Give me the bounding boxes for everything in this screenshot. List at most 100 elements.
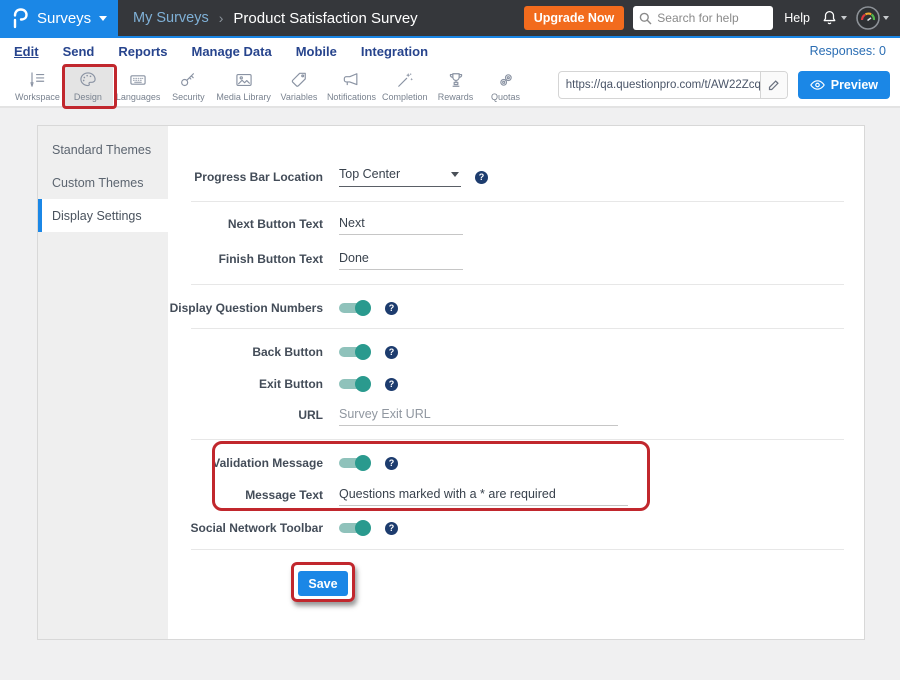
back-button-toggle[interactable] bbox=[339, 344, 371, 360]
security-icon bbox=[178, 69, 198, 91]
toolbar-item-quotas[interactable]: Quotas bbox=[481, 64, 531, 106]
edit-url-button[interactable] bbox=[760, 72, 787, 98]
progress-bar-location-row: Progress Bar Location Top Center bbox=[168, 162, 864, 192]
design-sidebar: Standard Themes Custom Themes Display Se… bbox=[38, 126, 168, 639]
display-settings-form: Progress Bar Location Top Center Next Bu… bbox=[168, 126, 864, 639]
help-icon[interactable] bbox=[385, 302, 398, 315]
nav-tab-mobile[interactable]: Mobile bbox=[296, 44, 337, 59]
finish-button-text-row: Finish Button Text bbox=[168, 244, 864, 274]
edit-toolbar: Workspace Design Languages Security Medi… bbox=[0, 64, 900, 108]
languages-icon bbox=[128, 69, 148, 91]
exit-button-toggle[interactable] bbox=[339, 376, 371, 392]
preview-button[interactable]: Preview bbox=[798, 71, 890, 99]
survey-nav: Edit Send Reports Manage Data Mobile Int… bbox=[0, 38, 900, 64]
breadcrumb-my-surveys[interactable]: My Surveys bbox=[133, 10, 209, 26]
account-menu[interactable] bbox=[856, 6, 889, 30]
megaphone-icon bbox=[341, 69, 361, 91]
avatar bbox=[856, 6, 880, 30]
pencil-icon bbox=[768, 79, 780, 91]
brand-surveys-menu[interactable]: Surveys bbox=[0, 0, 118, 36]
back-button-label: Back Button bbox=[168, 345, 323, 359]
toolbar-item-media-library[interactable]: Media Library bbox=[213, 64, 274, 106]
responses-count[interactable]: Responses: 0 bbox=[810, 44, 886, 58]
nav-tab-send[interactable]: Send bbox=[63, 44, 95, 59]
validation-message-toggle[interactable] bbox=[339, 455, 371, 471]
exit-url-input[interactable] bbox=[339, 405, 618, 426]
toolbar-right: https://qa.questionpro.com/t/AW22Zcq2J P… bbox=[558, 64, 900, 106]
chevron-down-icon bbox=[883, 16, 889, 20]
help-icon[interactable] bbox=[385, 378, 398, 391]
surveys-menu-label: Surveys bbox=[37, 10, 91, 27]
nav-tab-reports[interactable]: Reports bbox=[118, 44, 167, 59]
progress-bar-location-label: Progress Bar Location bbox=[168, 170, 323, 184]
magic-wand-icon bbox=[395, 69, 415, 91]
search-input[interactable] bbox=[657, 11, 767, 25]
nav-tab-integration[interactable]: Integration bbox=[361, 44, 428, 59]
bell-icon bbox=[821, 9, 838, 27]
sidebar-item-standard-themes[interactable]: Standard Themes bbox=[38, 133, 168, 166]
divider bbox=[191, 439, 844, 440]
top-header: Surveys My Surveys › Product Satisfactio… bbox=[0, 0, 900, 36]
toolbar-item-languages[interactable]: Languages bbox=[113, 64, 164, 106]
finish-button-text-input[interactable] bbox=[339, 249, 463, 270]
display-question-numbers-label: Display Question Numbers bbox=[168, 301, 323, 315]
help-link[interactable]: Help bbox=[784, 11, 810, 25]
trophy-icon bbox=[446, 69, 466, 91]
help-icon[interactable] bbox=[475, 171, 488, 184]
breadcrumb: My Surveys › Product Satisfaction Survey bbox=[133, 10, 418, 27]
divider bbox=[191, 201, 844, 202]
design-settings-card: Standard Themes Custom Themes Display Se… bbox=[37, 125, 865, 640]
social-network-toolbar-toggle[interactable] bbox=[339, 520, 371, 536]
save-button[interactable]: Save bbox=[298, 571, 348, 596]
nav-tab-manage-data[interactable]: Manage Data bbox=[191, 44, 271, 59]
survey-url-field: https://qa.questionpro.com/t/AW22Zcq2J bbox=[558, 71, 788, 99]
display-question-numbers-row: Display Question Numbers bbox=[168, 293, 864, 323]
notifications-menu[interactable] bbox=[821, 9, 847, 27]
finish-button-text-label: Finish Button Text bbox=[168, 252, 323, 266]
help-icon[interactable] bbox=[385, 346, 398, 359]
media-library-icon bbox=[234, 69, 254, 91]
chevron-down-icon bbox=[99, 16, 107, 21]
eye-icon bbox=[810, 79, 825, 91]
search-icon bbox=[639, 12, 652, 25]
app-window: Surveys My Surveys › Product Satisfactio… bbox=[0, 0, 900, 680]
header-actions: Upgrade Now Help bbox=[524, 6, 900, 30]
chevron-down-icon bbox=[451, 172, 459, 177]
questionpro-logo-icon bbox=[11, 7, 29, 29]
nav-tab-edit[interactable]: Edit bbox=[14, 44, 39, 59]
display-question-numbers-toggle[interactable] bbox=[339, 300, 371, 316]
toolbar-item-completion[interactable]: Completion bbox=[379, 64, 431, 106]
page-title: Product Satisfaction Survey bbox=[233, 10, 417, 27]
sidebar-item-custom-themes[interactable]: Custom Themes bbox=[38, 166, 168, 199]
validation-message-label: Validation Message bbox=[168, 456, 323, 470]
divider bbox=[191, 284, 844, 285]
upgrade-now-button[interactable]: Upgrade Now bbox=[524, 6, 625, 30]
exit-url-label: URL bbox=[168, 408, 323, 422]
survey-url-text[interactable]: https://qa.questionpro.com/t/AW22Zcq2J bbox=[559, 79, 760, 91]
toolbar-item-security[interactable]: Security bbox=[163, 64, 213, 106]
next-button-text-input[interactable] bbox=[339, 214, 463, 235]
next-button-text-row: Next Button Text bbox=[168, 209, 864, 239]
help-icon[interactable] bbox=[385, 457, 398, 470]
workspace-icon bbox=[27, 69, 47, 91]
next-button-text-label: Next Button Text bbox=[168, 217, 323, 231]
help-icon[interactable] bbox=[385, 522, 398, 535]
toolbar-item-variables[interactable]: Variables bbox=[274, 64, 324, 106]
toolbar-item-rewards[interactable]: Rewards bbox=[431, 64, 481, 106]
toolbar-item-notifications[interactable]: Notifications bbox=[324, 64, 379, 106]
toolbar-item-design[interactable]: Design bbox=[63, 64, 113, 106]
toolbar-item-workspace[interactable]: Workspace bbox=[12, 64, 63, 106]
sidebar-item-display-settings[interactable]: Display Settings bbox=[38, 199, 168, 232]
breadcrumb-separator: › bbox=[219, 10, 224, 26]
message-text-row: Message Text bbox=[168, 480, 864, 510]
progress-bar-location-select[interactable]: Top Center bbox=[339, 167, 461, 187]
variables-icon bbox=[289, 69, 309, 91]
help-search bbox=[633, 6, 773, 30]
back-button-row: Back Button bbox=[168, 337, 864, 367]
chain-link-icon bbox=[496, 69, 516, 91]
validation-message-row: Validation Message bbox=[168, 448, 864, 478]
message-text-label: Message Text bbox=[168, 488, 323, 502]
design-icon bbox=[78, 69, 98, 91]
message-text-input[interactable] bbox=[339, 485, 628, 506]
social-network-toolbar-row: Social Network Toolbar bbox=[168, 513, 864, 543]
